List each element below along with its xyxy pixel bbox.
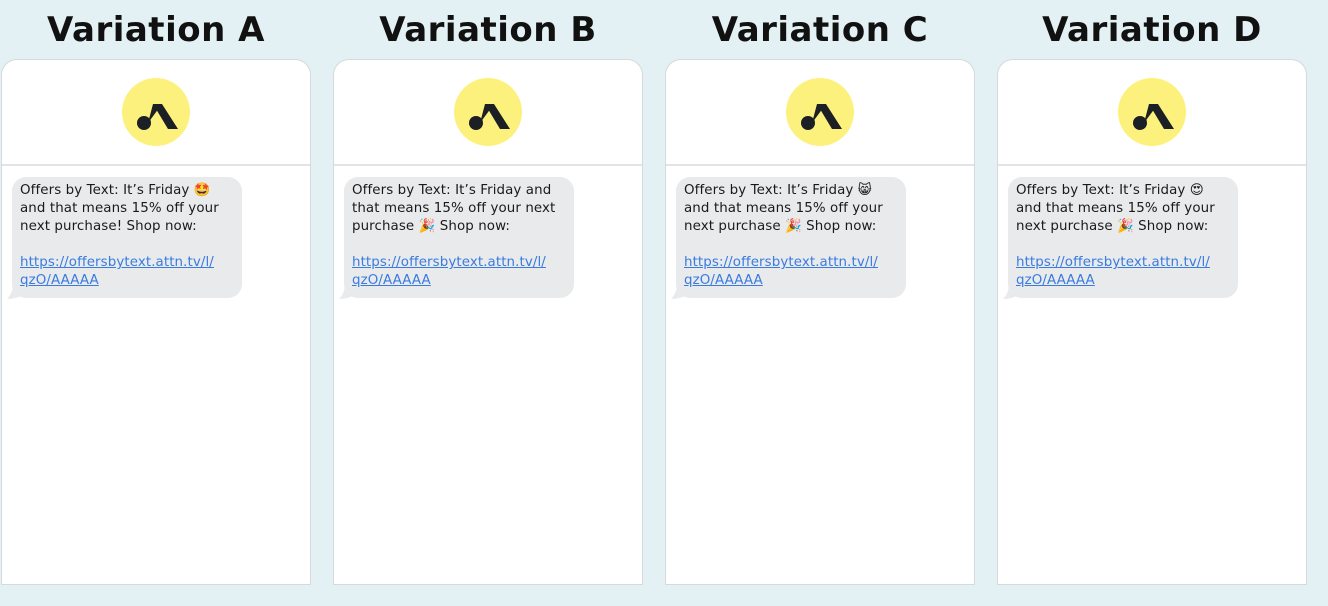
brand-avatar[interactable] (786, 78, 854, 146)
attentive-logo-icon (1133, 104, 1174, 130)
variation-d-column: Variation D Offers by Text: It’s Friday … (997, 0, 1307, 606)
brand-avatar[interactable] (1118, 78, 1186, 146)
conversation-header (998, 60, 1306, 166)
attentive-logo-icon (137, 104, 178, 130)
variation-a-column: Variation A Offers by Text: It’s Friday … (1, 0, 311, 606)
variation-d-title: Variation D (1042, 10, 1262, 50)
conversation-header (334, 60, 642, 166)
variation-b-column: Variation B Offers by Text: It’s Friday … (333, 0, 643, 606)
message-bubble: Offers by Text: It’s Friday 😸 and that m… (671, 177, 906, 299)
conversation-header (666, 60, 974, 166)
message-bubble: Offers by Text: It’s Friday 🤩 and that m… (7, 177, 242, 299)
message-bubble: Offers by Text: It’s Friday and that mea… (339, 177, 574, 299)
message-text: Offers by Text: It’s Friday 🤩 and that m… (20, 183, 219, 234)
brand-avatar[interactable] (454, 78, 522, 146)
phone-preview-c: Offers by Text: It’s Friday 😸 and that m… (665, 59, 975, 585)
offer-link[interactable]: https://offersbytext.attn.tv/l/ qzO/AAAA… (352, 254, 564, 290)
variation-b-title: Variation B (379, 10, 597, 50)
variations-comparison: Variation A Offers by Text: It’s Friday … (0, 0, 1328, 606)
offer-link[interactable]: https://offersbytext.attn.tv/l/ qzO/AAAA… (1016, 254, 1228, 290)
offer-link[interactable]: https://offersbytext.attn.tv/l/ qzO/AAAA… (684, 254, 896, 290)
variation-a-title: Variation A (47, 10, 265, 50)
conversation-header (2, 60, 310, 166)
attentive-logo-icon (801, 104, 842, 130)
phone-preview-a: Offers by Text: It’s Friday 🤩 and that m… (1, 59, 311, 585)
brand-avatar[interactable] (122, 78, 190, 146)
phone-preview-b: Offers by Text: It’s Friday and that mea… (333, 59, 643, 585)
message-bubble: Offers by Text: It’s Friday 😍 and that m… (1003, 177, 1238, 299)
message-text: Offers by Text: It’s Friday 😸 and that m… (684, 183, 883, 234)
offer-link[interactable]: https://offersbytext.attn.tv/l/ qzO/AAAA… (20, 254, 232, 290)
variation-c-column: Variation C Offers by Text: It’s Friday … (665, 0, 975, 606)
attentive-logo-icon (469, 104, 510, 130)
phone-preview-d: Offers by Text: It’s Friday 😍 and that m… (997, 59, 1307, 585)
message-text: Offers by Text: It’s Friday 😍 and that m… (1016, 183, 1215, 234)
message-text: Offers by Text: It’s Friday and that mea… (352, 183, 556, 234)
variation-c-title: Variation C (711, 10, 929, 50)
